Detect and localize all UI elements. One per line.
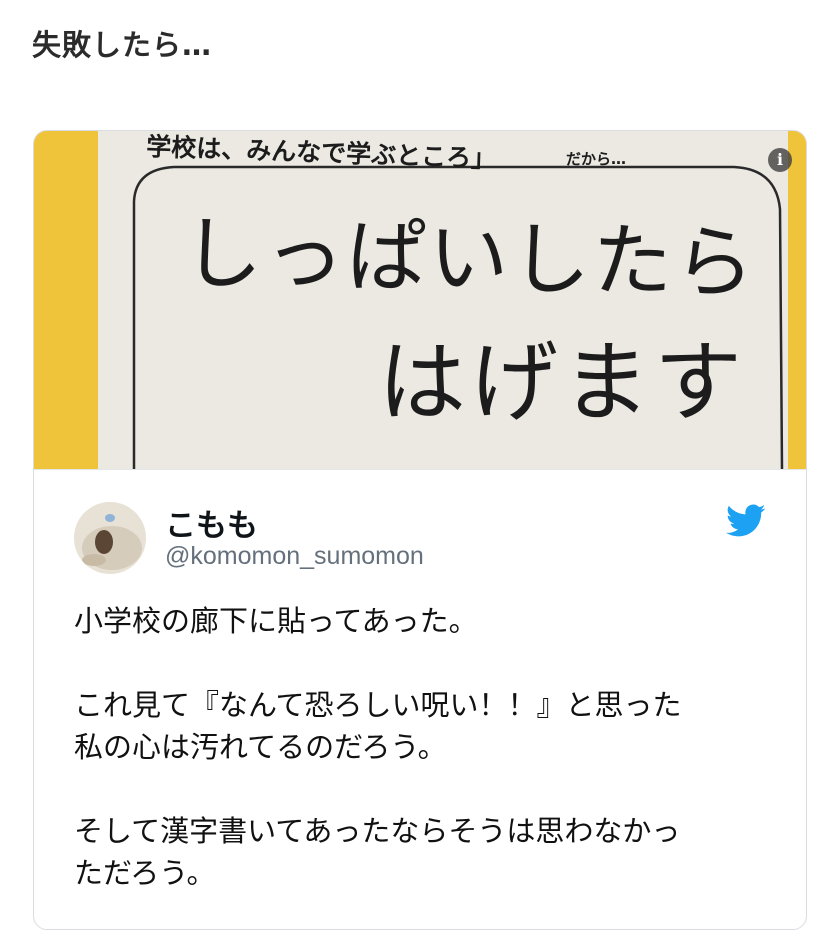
avatar-image [74, 502, 146, 574]
avatar[interactable] [74, 502, 146, 574]
tweet-embed-card[interactable]: 学校は、みんなで学ぶところ」 だから… しっぱいしたら はげます i こもも @… [33, 130, 807, 930]
tweet-media-image[interactable]: 学校は、みんなで学ぶところ」 だから… しっぱいしたら はげます i [34, 131, 806, 469]
user-handle[interactable]: @komomon_sumomon [165, 542, 424, 571]
info-icon[interactable]: i [768, 148, 792, 172]
article-heading: 失敗したら… [32, 28, 213, 62]
user-name[interactable]: こもも [165, 500, 258, 545]
tweet-paragraph: 小学校の廊下に貼ってあった。 [74, 604, 478, 638]
twitter-bird-icon[interactable] [726, 504, 766, 538]
tweet[interactable]: こもも @komomon_sumomon 小学校の廊下に貼ってあった。 これ見て… [34, 469, 806, 890]
tweet-text: 小学校の廊下に貼ってあった。 これ見て『なんて恐ろしい呪い！！』と思った 私の心… [74, 600, 774, 929]
sign-line-2: はげます [378, 331, 746, 434]
sign-small-text: だから… [566, 150, 626, 168]
tweet-paragraph: そして漢字書いてあったならそうは思わなかっ ただろう。 [74, 814, 681, 891]
sign-line-1: しっぱいしたら [182, 207, 758, 310]
school-sign-photo: 学校は、みんなで学ぶところ」 だから… しっぱいしたら はげます [34, 131, 806, 469]
tweet-paragraph: これ見て『なんて恐ろしい呪い！！』と思った 私の心は汚れてるのだろう。 [74, 688, 682, 765]
